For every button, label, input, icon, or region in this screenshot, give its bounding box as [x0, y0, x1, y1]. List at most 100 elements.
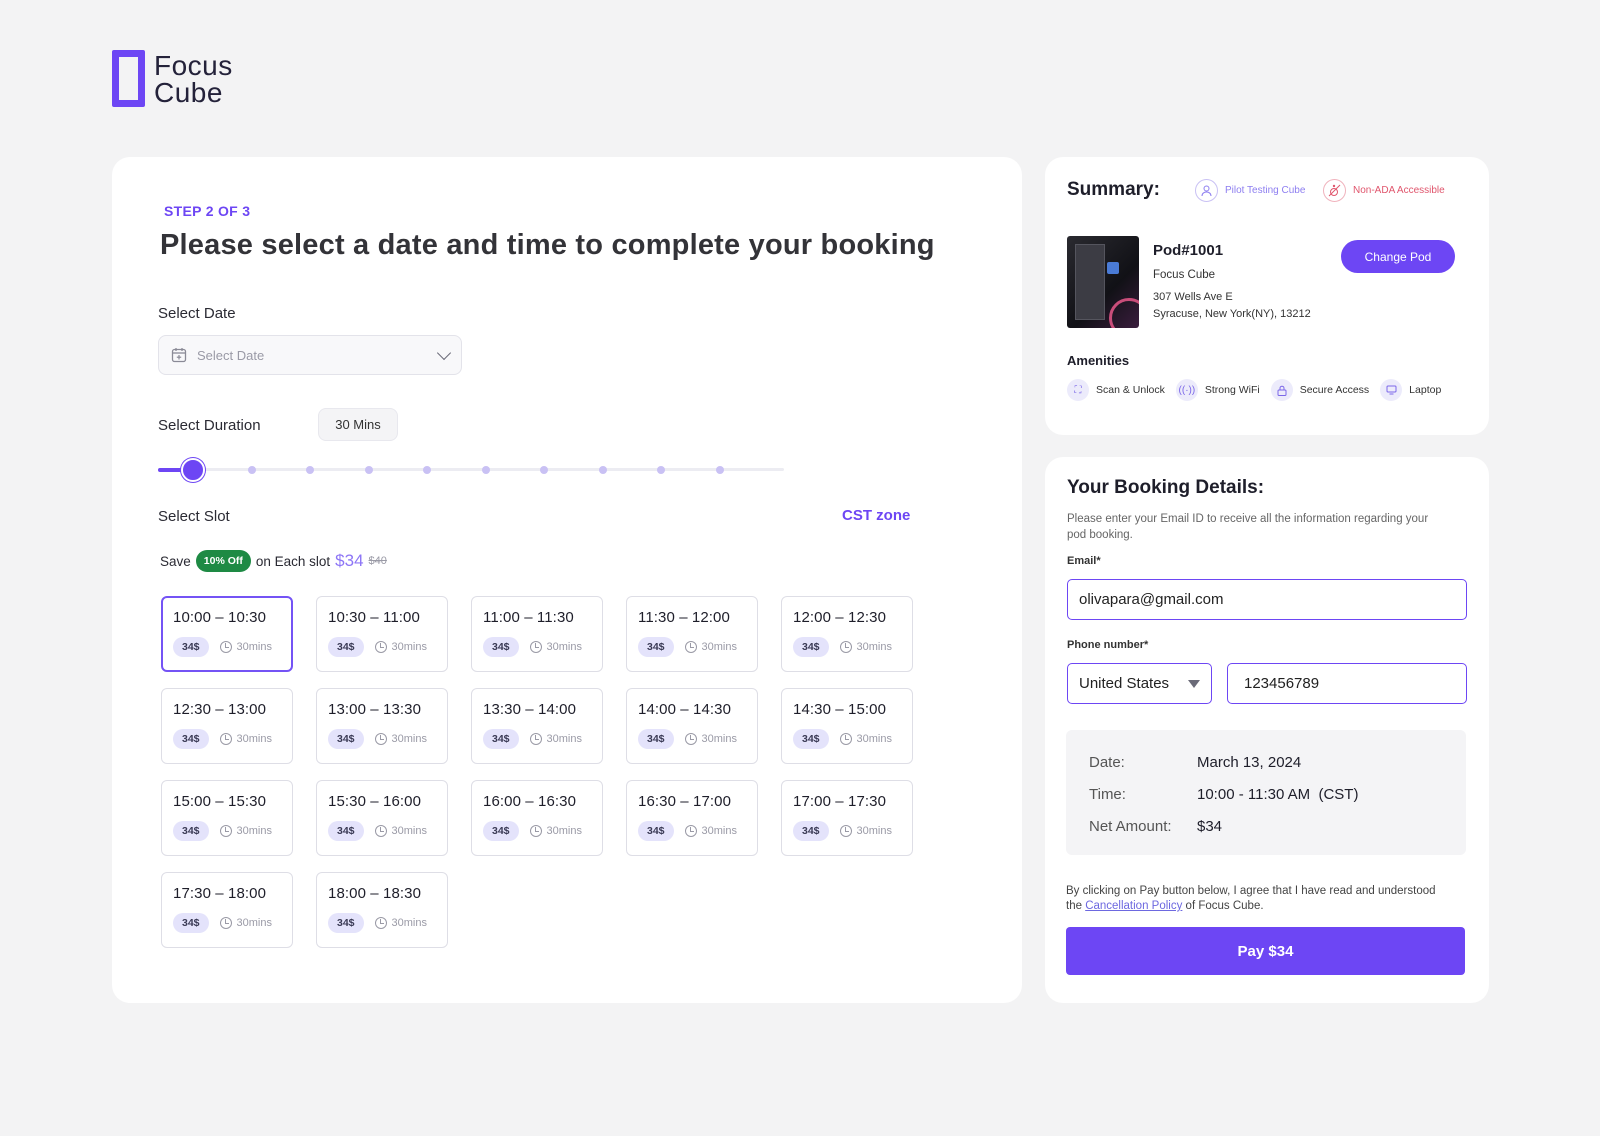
- logo-line2: Cube: [154, 76, 223, 108]
- time-slot[interactable]: 16:00 – 16:30 34$ 30mins: [471, 780, 603, 856]
- amenities-title: Amenities: [1067, 353, 1130, 368]
- slider-step-dot[interactable]: [306, 466, 314, 474]
- slider-step-dot[interactable]: [715, 466, 724, 474]
- slot-duration: 30mins: [856, 733, 892, 745]
- agreement-suffix: of Focus Cube.: [1182, 900, 1264, 912]
- slot-duration: 30mins: [856, 825, 892, 837]
- time-slot[interactable]: 10:00 – 10:30 34$ 30mins: [161, 596, 293, 672]
- slot-price-badge: 34$: [793, 821, 829, 841]
- date-placeholder: Select Date: [197, 347, 265, 363]
- amenity-laptop: Laptop: [1380, 379, 1441, 401]
- slot-time: 15:00 – 15:30: [173, 793, 267, 810]
- pilot-testing-text: Pilot Testing Cube: [1225, 185, 1306, 196]
- timezone-link[interactable]: CST zone: [842, 507, 910, 524]
- slot-meta: 34$ 30mins: [793, 729, 912, 749]
- booking-summary-box: Date: March 13, 2024 Time: 10:00 - 11:30…: [1066, 730, 1466, 855]
- slider-thumb[interactable]: [181, 458, 205, 482]
- time-slot[interactable]: 13:30 – 14:00 34$ 30mins: [471, 688, 603, 764]
- slot-duration: 30mins: [701, 825, 737, 837]
- slot-duration: 30mins: [391, 641, 427, 653]
- select-date-label: Select Date: [158, 305, 236, 322]
- slot-price-badge: 34$: [793, 729, 829, 749]
- slot-price-badge: 34$: [328, 729, 364, 749]
- slider-step-dot[interactable]: [481, 466, 490, 474]
- slot-duration: 30mins: [391, 917, 427, 929]
- step-indicator: STEP 2 OF 3: [164, 203, 251, 219]
- slot-meta: 34$ 30mins: [638, 821, 757, 841]
- pay-button[interactable]: Pay $34: [1066, 927, 1465, 975]
- clock-icon: [839, 825, 852, 837]
- slider-step-dot[interactable]: [247, 466, 256, 474]
- time-slot[interactable]: 18:00 – 18:30 34$ 30mins: [316, 872, 448, 948]
- slider-step-dot[interactable]: [657, 466, 665, 474]
- slot-duration: 30mins: [236, 825, 272, 837]
- booking-form-card: STEP 2 OF 3 Please select a date and tim…: [112, 157, 1022, 1003]
- clock-icon: [219, 641, 232, 653]
- time-slot[interactable]: 15:00 – 15:30 34$ 30mins: [161, 780, 293, 856]
- slider-step-dot[interactable]: [540, 466, 548, 474]
- clock-icon: [529, 733, 542, 745]
- country-select[interactable]: United States: [1067, 663, 1212, 704]
- date-key: Date:: [1089, 753, 1125, 771]
- slot-price-badge: 34$: [328, 821, 364, 841]
- logo-mark-icon: [112, 50, 145, 107]
- amenity-label: Scan & Unlock: [1096, 384, 1165, 396]
- slot-duration: 30mins: [701, 641, 737, 653]
- date-value: March 13, 2024: [1197, 753, 1302, 771]
- slot-meta: 34$ 30mins: [638, 637, 757, 657]
- slot-price-badge: 34$: [173, 821, 209, 841]
- time-slot[interactable]: 11:30 – 12:00 34$ 30mins: [626, 596, 758, 672]
- amenity-scan-unlock: ⛶ Scan & Unlock: [1067, 379, 1165, 401]
- time-slot[interactable]: 12:00 – 12:30 34$ 30mins: [781, 596, 913, 672]
- time-slot[interactable]: 15:30 – 16:00 34$ 30mins: [316, 780, 448, 856]
- clock-icon: [684, 641, 697, 653]
- slot-price-badge: 34$: [173, 637, 209, 657]
- time-value: 10:00 - 11:30 AM (CST): [1197, 785, 1359, 803]
- time-slot[interactable]: 10:30 – 11:00 34$ 30mins: [316, 596, 448, 672]
- wifi-icon: ((·)): [1175, 379, 1198, 401]
- slot-price-badge: 34$: [483, 821, 519, 841]
- slider-step-dot[interactable]: [598, 466, 607, 474]
- duration-slider[interactable]: [158, 457, 784, 483]
- slot-duration: 30mins: [701, 733, 737, 745]
- original-price: $40: [368, 555, 387, 567]
- amenity-wifi: ((·)) Strong WiFi: [1175, 379, 1260, 401]
- time-slot[interactable]: 12:30 – 13:00 34$ 30mins: [161, 688, 293, 764]
- time-slot[interactable]: 14:30 – 15:00 34$ 30mins: [781, 688, 913, 764]
- slot-price-badge: 34$: [328, 913, 364, 933]
- slot-price-badge: 34$: [173, 729, 209, 749]
- cancellation-policy-link[interactable]: Cancellation Policy: [1085, 900, 1182, 912]
- amenities-list: ⛶ Scan & Unlock ((·)) Strong WiFi Secure…: [1067, 379, 1444, 401]
- person-icon: [1195, 179, 1218, 202]
- clock-icon: [374, 825, 387, 837]
- discount-banner: Save 10% Off on Each slot $34 $40: [160, 550, 387, 572]
- phone-field[interactable]: [1227, 663, 1467, 704]
- time-slot[interactable]: 11:00 – 11:30 34$ 30mins: [471, 596, 603, 672]
- time-slot[interactable]: 13:00 – 13:30 34$ 30mins: [316, 688, 448, 764]
- save-prefix: Save: [160, 553, 191, 569]
- time-slot[interactable]: 14:00 – 14:30 34$ 30mins: [626, 688, 758, 764]
- slot-time: 16:30 – 17:00: [638, 793, 732, 810]
- email-label: Email*: [1067, 555, 1101, 567]
- slot-price-badge: 34$: [638, 821, 674, 841]
- email-field[interactable]: [1067, 579, 1467, 620]
- pod-door-graphic: [1075, 244, 1105, 320]
- change-pod-button[interactable]: Change Pod: [1341, 240, 1455, 273]
- slider-step-dot[interactable]: [364, 466, 373, 474]
- focus-cube-logo[interactable]: Focus Cube: [112, 50, 233, 107]
- date-picker[interactable]: Select Date: [158, 335, 462, 375]
- time-slot[interactable]: 16:30 – 17:00 34$ 30mins: [626, 780, 758, 856]
- slot-meta: 34$ 30mins: [173, 729, 292, 749]
- pilot-testing-tag: Pilot Testing Cube: [1195, 179, 1305, 202]
- laptop-icon: [1380, 379, 1403, 401]
- slot-duration: 30mins: [546, 641, 582, 653]
- discounted-price: $34: [335, 551, 364, 570]
- time-slot[interactable]: 17:00 – 17:30 34$ 30mins: [781, 780, 913, 856]
- clock-icon: [374, 733, 387, 745]
- clock-icon: [839, 641, 852, 653]
- slot-duration: 30mins: [236, 641, 272, 653]
- select-duration-label: Select Duration: [158, 417, 261, 434]
- time-slot[interactable]: 17:30 – 18:00 34$ 30mins: [161, 872, 293, 948]
- slider-step-dot[interactable]: [423, 466, 431, 474]
- slot-meta: 34$ 30mins: [793, 637, 912, 657]
